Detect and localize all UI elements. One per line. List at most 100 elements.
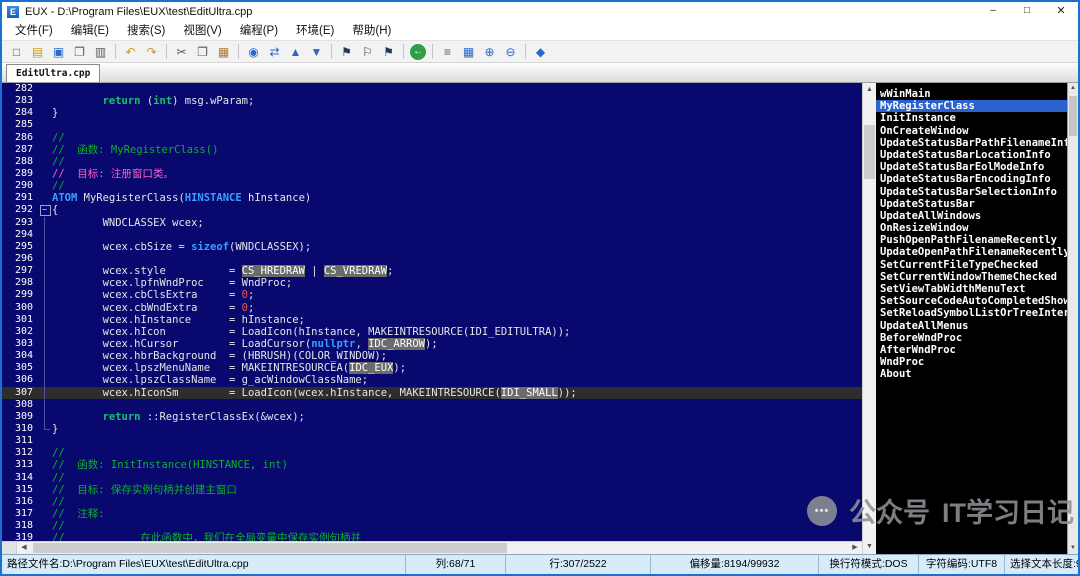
line-number[interactable]: 299: [2, 289, 38, 301]
line-number[interactable]: 290: [2, 180, 38, 192]
menu-program[interactable]: 编程(P): [231, 22, 287, 40]
function-list-item-UpdateStatusBar[interactable]: UpdateStatusBar: [876, 198, 1067, 210]
function-list-item-AfterWndProc[interactable]: AfterWndProc: [876, 344, 1067, 356]
horizontal-scroll-thumb[interactable]: [33, 543, 507, 553]
redo-icon[interactable]: ↷: [142, 43, 161, 61]
code-line-313[interactable]: 313// 函数: InitInstance(HINSTANCE, int): [2, 459, 862, 471]
function-list-item-UpdateStatusBarEolModeInfo[interactable]: UpdateStatusBarEolModeInfo: [876, 161, 1067, 173]
line-number[interactable]: 295: [2, 241, 38, 253]
navigate-back-icon[interactable]: ←: [410, 44, 426, 60]
code-line-305[interactable]: 305 wcex.lpszMenuName = MAKEINTRESOURCEA…: [2, 362, 862, 374]
line-number[interactable]: 287: [2, 144, 38, 156]
code-line-296[interactable]: 296: [2, 253, 862, 265]
function-list-item-UpdateStatusBarSelectionInfo[interactable]: UpdateStatusBarSelectionInfo: [876, 186, 1067, 198]
line-number[interactable]: 308: [2, 399, 38, 411]
code-line-319[interactable]: 319// 在此函数中，我们在全局变量中保存实例句柄并: [2, 532, 862, 541]
code-line-316[interactable]: 316//: [2, 496, 862, 508]
code-line-310[interactable]: 310}: [2, 423, 862, 435]
code-line-309[interactable]: 309 return ::RegisterClassEx(&wcex);: [2, 411, 862, 423]
code-line-286[interactable]: 286//: [2, 132, 862, 144]
line-number[interactable]: 288: [2, 156, 38, 168]
next-bookmark-icon[interactable]: ⚑: [379, 43, 398, 61]
code-line-295[interactable]: 295 wcex.cbSize = sizeof(WNDCLASSEX);: [2, 241, 862, 253]
line-number[interactable]: 313: [2, 459, 38, 471]
code-line-300[interactable]: 300 wcex.cbWndExtra = 0;: [2, 302, 862, 314]
code-line-315[interactable]: 315// 目标: 保存实例句柄并创建主窗口: [2, 484, 862, 496]
function-list-item-UpdateStatusBarEncodingInfo[interactable]: UpdateStatusBarEncodingInfo: [876, 173, 1067, 185]
code-line-290[interactable]: 290//: [2, 180, 862, 192]
code-line-304[interactable]: 304 wcex.hbrBackground = (HBRUSH)(COLOR_…: [2, 350, 862, 362]
fold-marker-icon[interactable]: −: [38, 204, 52, 216]
print-icon[interactable]: ▥: [91, 43, 110, 61]
function-list-scroll-track[interactable]: [1068, 94, 1078, 543]
cut-icon[interactable]: ✂: [172, 43, 191, 61]
function-list-item-UpdateAllMenus[interactable]: UpdateAllMenus: [876, 320, 1067, 332]
line-number[interactable]: 304: [2, 350, 38, 362]
function-list-item-SetSourceCodeAutoCompletedShowA[interactable]: SetSourceCodeAutoCompletedShowA: [876, 295, 1067, 307]
line-number[interactable]: 291: [2, 192, 38, 204]
save-icon[interactable]: ▣: [49, 43, 68, 61]
line-number[interactable]: 284: [2, 107, 38, 119]
line-number[interactable]: 286: [2, 132, 38, 144]
code-line-299[interactable]: 299 wcex.cbClsExtra = 0;: [2, 289, 862, 301]
line-number[interactable]: 283: [2, 95, 38, 107]
scroll-down-icon[interactable]: ▼: [863, 540, 876, 554]
minimize-button[interactable]: –: [976, 2, 1010, 21]
find-next-icon[interactable]: ▼: [307, 43, 326, 61]
line-number[interactable]: 316: [2, 496, 38, 508]
function-list-item-UpdateStatusBarLocationInfo[interactable]: UpdateStatusBarLocationInfo: [876, 149, 1067, 161]
menu-edit[interactable]: 编辑(E): [62, 22, 118, 40]
maximize-button[interactable]: □: [1010, 2, 1044, 21]
function-list-item-MyRegisterClass[interactable]: MyRegisterClass: [876, 100, 1067, 112]
code-line-294[interactable]: 294: [2, 229, 862, 241]
find-prev-icon[interactable]: ▲: [286, 43, 305, 61]
code-line-285[interactable]: 285: [2, 119, 862, 131]
open-file-icon[interactable]: ▤: [28, 43, 47, 61]
function-list-item-SetCurrentWindowThemeChecked[interactable]: SetCurrentWindowThemeChecked: [876, 271, 1067, 283]
line-number[interactable]: 301: [2, 314, 38, 326]
line-number[interactable]: 297: [2, 265, 38, 277]
close-button[interactable]: ✕: [1044, 2, 1078, 21]
symbol-list-icon[interactable]: ≡: [438, 43, 457, 61]
line-number[interactable]: 292: [2, 204, 38, 216]
line-number[interactable]: 303: [2, 338, 38, 350]
tab-editultra-cpp[interactable]: EditUltra.cpp: [6, 64, 100, 82]
line-number[interactable]: 302: [2, 326, 38, 338]
prev-bookmark-icon[interactable]: ⚐: [358, 43, 377, 61]
function-list-item-PushOpenPathFilenameRecently[interactable]: PushOpenPathFilenameRecently: [876, 234, 1067, 246]
function-list-item-OnCreateWindow[interactable]: OnCreateWindow: [876, 125, 1067, 137]
code-line-303[interactable]: 303 wcex.hCursor = LoadCursor(nullptr, I…: [2, 338, 862, 350]
line-number[interactable]: 285: [2, 119, 38, 131]
line-number[interactable]: 310: [2, 423, 38, 435]
zoom-out-icon[interactable]: ⊖: [501, 43, 520, 61]
line-number[interactable]: 306: [2, 374, 38, 386]
line-number[interactable]: 294: [2, 229, 38, 241]
line-number[interactable]: 315: [2, 484, 38, 496]
paste-icon[interactable]: ▦: [214, 43, 233, 61]
function-list-item-wWinMain[interactable]: wWinMain: [876, 88, 1067, 100]
save-all-icon[interactable]: ❐: [70, 43, 89, 61]
new-file-icon[interactable]: □: [7, 43, 26, 61]
code-line-284[interactable]: 284}: [2, 107, 862, 119]
line-number[interactable]: 314: [2, 472, 38, 484]
line-number[interactable]: 300: [2, 302, 38, 314]
code-area[interactable]: 282283 return (int) msg.wParam;284}28528…: [2, 83, 862, 541]
code-line-318[interactable]: 318//: [2, 520, 862, 532]
line-number[interactable]: 296: [2, 253, 38, 265]
function-list-item-UpdateOpenPathFilenameRecently[interactable]: UpdateOpenPathFilenameRecently: [876, 246, 1067, 258]
code-line-293[interactable]: 293 WNDCLASSEX wcex;: [2, 217, 862, 229]
line-number[interactable]: 293: [2, 217, 38, 229]
code-line-283[interactable]: 283 return (int) msg.wParam;: [2, 95, 862, 107]
vertical-scroll-thumb[interactable]: [864, 125, 875, 179]
code-line-282[interactable]: 282: [2, 83, 862, 95]
code-line-311[interactable]: 311: [2, 435, 862, 447]
code-line-317[interactable]: 317// 注释:: [2, 508, 862, 520]
code-line-289[interactable]: 289// 目标: 注册窗口类。: [2, 168, 862, 180]
line-number[interactable]: 319: [2, 532, 38, 541]
replace-icon[interactable]: ⇄: [265, 43, 284, 61]
line-number[interactable]: 309: [2, 411, 38, 423]
code-line-292[interactable]: 292−{: [2, 204, 862, 216]
toggle-bookmark-icon[interactable]: ⚑: [337, 43, 356, 61]
find-icon[interactable]: ◉: [244, 43, 263, 61]
copy-icon[interactable]: ❐: [193, 43, 212, 61]
